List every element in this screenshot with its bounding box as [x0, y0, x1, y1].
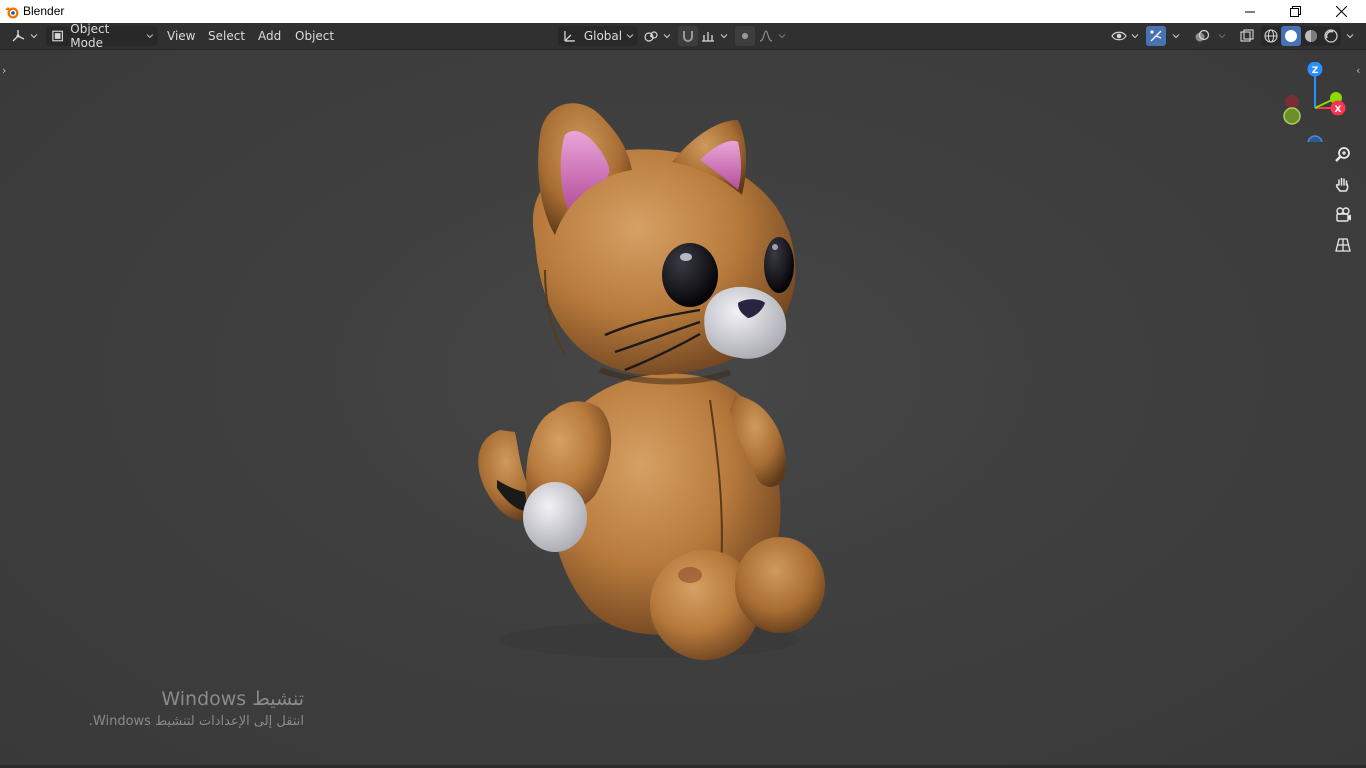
chevron-down-icon	[1131, 34, 1139, 39]
chevron-down-icon	[778, 34, 786, 39]
rendered-sphere-icon	[1324, 29, 1338, 43]
grid-perspective-icon	[1335, 238, 1351, 252]
wireframe-shading-button[interactable]	[1261, 26, 1281, 46]
zoom-button[interactable]	[1330, 142, 1356, 168]
xray-icon	[1240, 29, 1254, 42]
orientation-axes-icon	[564, 31, 575, 42]
material-preview-button[interactable]	[1301, 26, 1321, 46]
zoom-icon	[1335, 147, 1350, 162]
camera-icon	[1336, 207, 1351, 222]
gizmo-dropdown[interactable]	[1168, 26, 1180, 46]
snap-increment-icon	[702, 32, 714, 42]
chevron-down-icon	[1218, 34, 1226, 39]
chevron-down-icon	[30, 34, 38, 39]
navigation-gizmo[interactable]: Z X	[1278, 62, 1348, 142]
object-mode-icon	[52, 30, 63, 42]
gizmo-neg-y[interactable]	[1283, 107, 1301, 125]
window-title: Blender	[23, 4, 65, 18]
pivot-point-icon	[644, 31, 658, 42]
wireframe-sphere-icon	[1264, 29, 1278, 43]
overlays-toggle[interactable]	[1192, 26, 1212, 46]
pan-button[interactable]	[1330, 172, 1356, 198]
orientation-label: Global	[583, 29, 623, 43]
falloff-dropdown[interactable]	[758, 26, 786, 46]
snap-toggle[interactable]	[678, 26, 698, 46]
overlays-icon	[1195, 29, 1210, 42]
gizmo-neg-z[interactable]	[1307, 135, 1323, 142]
shading-dropdown[interactable]	[1342, 26, 1354, 46]
transform-orientation-dropdown[interactable]: Global	[558, 26, 638, 46]
restore-button[interactable]	[1272, 0, 1318, 23]
editor-type-button[interactable]	[10, 26, 38, 46]
plush-cat-model[interactable]	[460, 90, 840, 670]
pivot-point-button[interactable]	[643, 26, 671, 46]
close-button[interactable]	[1318, 0, 1364, 23]
falloff-curve-icon	[759, 30, 773, 42]
proportional-edit-icon	[742, 33, 748, 39]
solid-shading-button[interactable]	[1281, 26, 1301, 46]
gizmo-x-label: X	[1335, 105, 1342, 115]
snap-target-dropdown[interactable]	[700, 26, 728, 46]
mode-label: Object Mode	[70, 22, 110, 50]
xray-toggle[interactable]	[1237, 26, 1257, 46]
restore-icon	[1289, 6, 1301, 17]
chevron-down-icon	[146, 34, 154, 39]
gizmo-z-label: Z	[1312, 66, 1319, 76]
activation-watermark-title: تنشيط Windows	[161, 688, 304, 710]
proportional-edit-toggle[interactable]	[735, 26, 755, 46]
blender-logo-icon	[5, 7, 19, 19]
menu-object[interactable]: Object	[289, 26, 340, 46]
visibility-dropdown[interactable]	[1111, 26, 1139, 46]
sidebar-expand-icon[interactable]: ‹	[1356, 64, 1360, 77]
activation-watermark-subtitle: انتقل إلى الإعدادات لتنشيط Windows.	[88, 714, 304, 729]
menu-view[interactable]: View	[161, 26, 201, 46]
minimize-icon	[1245, 11, 1255, 12]
magnet-icon	[683, 31, 693, 42]
perspective-toggle-button[interactable]	[1330, 232, 1356, 258]
gizmo-neg-x[interactable]	[1285, 95, 1299, 109]
minimize-button[interactable]	[1227, 0, 1273, 23]
chevron-down-icon	[663, 34, 671, 39]
menu-select[interactable]: Select	[202, 26, 251, 46]
camera-view-button[interactable]	[1330, 202, 1356, 228]
chevron-down-icon	[720, 34, 728, 39]
hand-icon	[1335, 177, 1349, 192]
mode-dropdown[interactable]: Object Mode	[46, 22, 158, 50]
menu-add[interactable]: Add	[252, 26, 287, 46]
shading-mode-group	[1261, 26, 1341, 46]
rendered-shading-button[interactable]	[1321, 26, 1341, 46]
gizmo-toggle[interactable]	[1146, 26, 1166, 46]
gizmo-icon	[1150, 30, 1162, 42]
3d-viewport[interactable]: › ‹ Z X تنشيط Windows انتقل إلى الإعدادا…	[0, 50, 1366, 768]
chevron-down-icon	[626, 34, 634, 39]
material-sphere-icon	[1305, 30, 1317, 42]
toolbar-expand-icon[interactable]: ›	[2, 64, 6, 77]
window-titlebar: Blender	[0, 0, 1366, 23]
solid-sphere-icon	[1285, 30, 1297, 42]
viewport-header: Object Mode View Select Add Object Globa…	[0, 22, 1366, 50]
3d-viewport-icon	[12, 30, 25, 42]
chevron-down-icon	[1172, 34, 1180, 39]
eye-icon	[1111, 31, 1127, 41]
chevron-down-icon	[1346, 34, 1354, 39]
close-icon	[1335, 6, 1347, 17]
overlays-dropdown[interactable]	[1214, 26, 1226, 46]
